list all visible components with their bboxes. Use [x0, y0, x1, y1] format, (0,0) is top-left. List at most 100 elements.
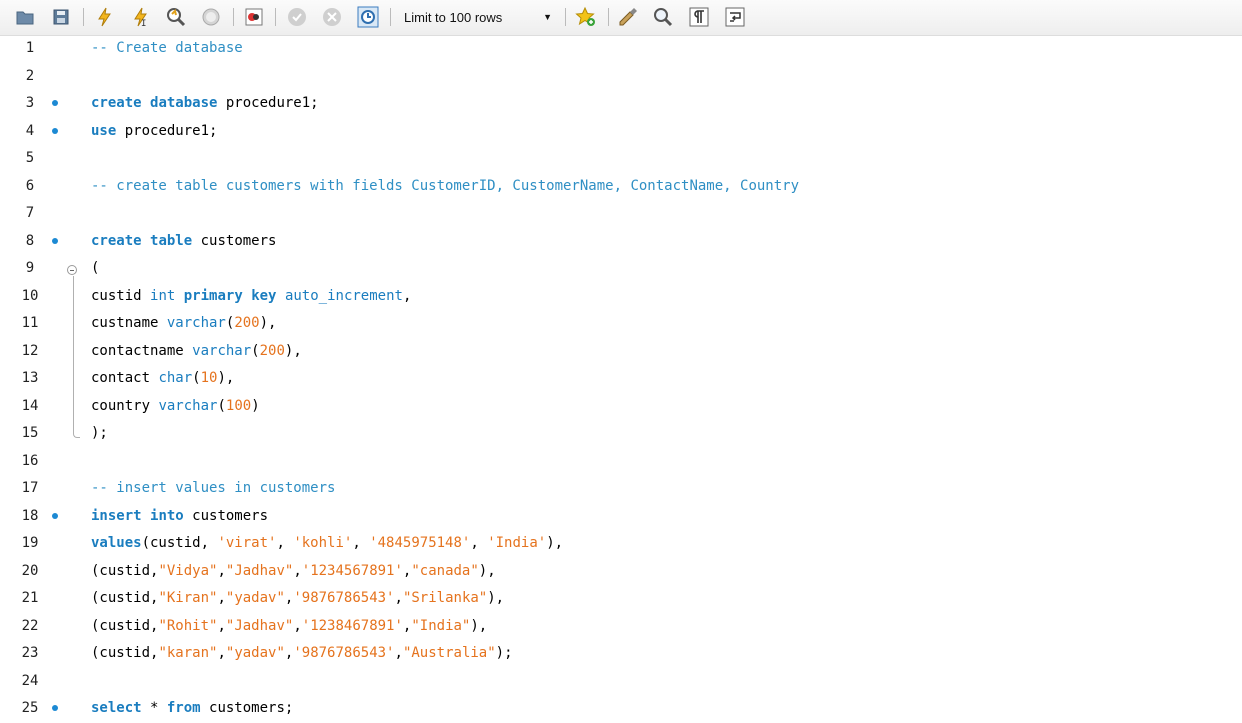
code-token: country	[91, 397, 159, 414]
code-line[interactable]: 20 (custid,"Vidya","Jadhav",'1234567891',…	[0, 558, 1242, 586]
line-number: 5	[25, 150, 35, 166]
code-token: -- Create database	[91, 40, 243, 56]
code-line[interactable]: 12 contactname varchar(200),	[0, 338, 1242, 366]
code-token: "yadav"	[225, 645, 285, 661]
execute-icon[interactable]	[94, 6, 116, 28]
stop-icon[interactable]	[200, 6, 222, 28]
autocommit-icon[interactable]	[357, 6, 379, 28]
invisible-chars-icon[interactable]	[688, 6, 710, 28]
find-icon[interactable]	[652, 6, 674, 28]
chevron-down-icon: ▼	[543, 12, 552, 22]
code-line[interactable]: 1 -- Create database	[0, 35, 1242, 63]
code-token: into	[150, 507, 184, 524]
code-token: "yadav"	[225, 590, 285, 606]
code-line[interactable]: 19 values(custid, 'virat', 'kohli', '4845…	[0, 530, 1242, 558]
code-token: ),	[217, 370, 235, 386]
line-number: 6	[25, 177, 35, 194]
code-line[interactable]: 8 create table customers	[0, 228, 1242, 256]
code-token: -- create table customers with fields Cu…	[91, 177, 800, 194]
code-token: procedure1;	[116, 122, 218, 139]
code-line[interactable]: 10 custid int primary key auto_increment,	[0, 283, 1242, 311]
toolbar-separator	[565, 8, 566, 26]
code-line[interactable]: 24	[0, 668, 1242, 696]
code-line[interactable]: 17 -- insert values in customers	[0, 475, 1242, 503]
limit-rows-dropdown[interactable]: Limit to 100 rows ▼	[396, 6, 560, 28]
code-text: custname varchar(200),	[91, 310, 276, 338]
line-number: 23	[21, 645, 39, 661]
code-text: create database procedure1;	[91, 90, 319, 118]
code-token: 200	[234, 315, 260, 331]
code-token: "canada"	[411, 562, 479, 579]
code-line[interactable]: 25 select * from customers;	[0, 695, 1242, 723]
code-token: '9876786543'	[293, 590, 395, 606]
open-folder-icon[interactable]	[14, 6, 36, 28]
line-number: 7	[25, 205, 35, 221]
code-line[interactable]: 16	[0, 448, 1242, 476]
code-token: auto_increment	[284, 287, 403, 304]
line-number: 8	[25, 232, 35, 249]
code-token: ,	[394, 645, 403, 661]
save-icon[interactable]	[50, 6, 72, 28]
code-token: char	[158, 370, 193, 386]
line-number: 24	[21, 672, 39, 689]
code-line[interactable]: 5	[0, 145, 1242, 173]
code-token: (custid,	[91, 590, 159, 606]
explain-icon[interactable]	[165, 6, 187, 28]
code-token: '1238467891'	[301, 617, 403, 634]
code-line[interactable]: 21 (custid,"Kiran","yadav",'9876786543',"…	[0, 585, 1242, 613]
code-token: "Australia"	[402, 645, 496, 661]
code-token: customers;	[200, 700, 294, 716]
code-line[interactable]: 11 custname varchar(200),	[0, 310, 1242, 338]
code-line[interactable]: 13 contact char(10),	[0, 365, 1242, 393]
code-line[interactable]: 9(	[0, 255, 1242, 283]
bookmark-icon[interactable]	[575, 6, 597, 28]
code-line[interactable]: 3 create database procedure1;	[0, 90, 1242, 118]
code-token: 200	[259, 342, 285, 359]
line-number: 17	[21, 480, 39, 496]
code-line[interactable]: 6 -- create table customers with fields C…	[0, 173, 1242, 201]
code-token: 'kohli'	[293, 535, 353, 551]
code-line[interactable]: 7	[0, 200, 1242, 228]
code-token: *	[141, 700, 167, 716]
code-token: ,	[217, 590, 226, 606]
line-number: 2	[25, 67, 35, 84]
beautify-icon[interactable]	[617, 6, 639, 28]
code-token: customers	[183, 507, 269, 524]
code-token: "Rohit"	[158, 617, 218, 634]
code-line[interactable]: 2	[0, 63, 1242, 91]
rollback-icon[interactable]	[321, 6, 343, 28]
svg-text:I: I	[141, 19, 146, 28]
code-line[interactable]: 22 (custid,"Rohit","Jadhav",'1238467891',…	[0, 613, 1242, 641]
code-text: (custid,"Kiran","yadav",'9876786543',"Sr…	[91, 585, 504, 613]
code-token: ,	[352, 535, 370, 551]
code-token: varchar	[166, 315, 226, 331]
code-token: (	[217, 397, 226, 414]
code-token: database	[150, 95, 218, 111]
code-token: procedure1;	[217, 95, 319, 111]
code-token: (custid,	[91, 562, 159, 579]
code-token: customers	[192, 232, 277, 249]
toggle-error-icon[interactable]	[243, 6, 265, 28]
code-text: custid int primary key auto_increment,	[91, 283, 411, 311]
code-token: values	[91, 535, 142, 551]
line-number: 20	[21, 562, 39, 579]
commit-icon[interactable]	[286, 6, 308, 28]
code-line[interactable]: 18 insert into customers	[0, 503, 1242, 531]
sql-editor[interactable]: 1 -- Create database 2 3 create database pro…	[0, 35, 1242, 720]
line-number: 19	[21, 535, 39, 551]
code-line[interactable]: 23 (custid,"karan","yadav",'9876786543',"…	[0, 640, 1242, 668]
code-line[interactable]: 4 use procedure1;	[0, 118, 1242, 146]
code-token: (custid,	[91, 617, 159, 634]
code-text: (custid,"Rohit","Jadhav",'1238467891',"I…	[91, 613, 487, 641]
statement-marker-icon	[52, 100, 58, 106]
code-token: ,	[402, 287, 412, 304]
execute-statement-icon[interactable]: I	[130, 6, 152, 28]
code-token: ,	[276, 535, 294, 551]
code-token: "Vidya"	[158, 562, 218, 579]
code-token: "Jadhav"	[225, 617, 294, 634]
wrap-icon[interactable]	[724, 6, 746, 28]
code-line[interactable]: 14 country varchar(100)	[0, 393, 1242, 421]
code-line[interactable]: 15);	[0, 420, 1242, 448]
